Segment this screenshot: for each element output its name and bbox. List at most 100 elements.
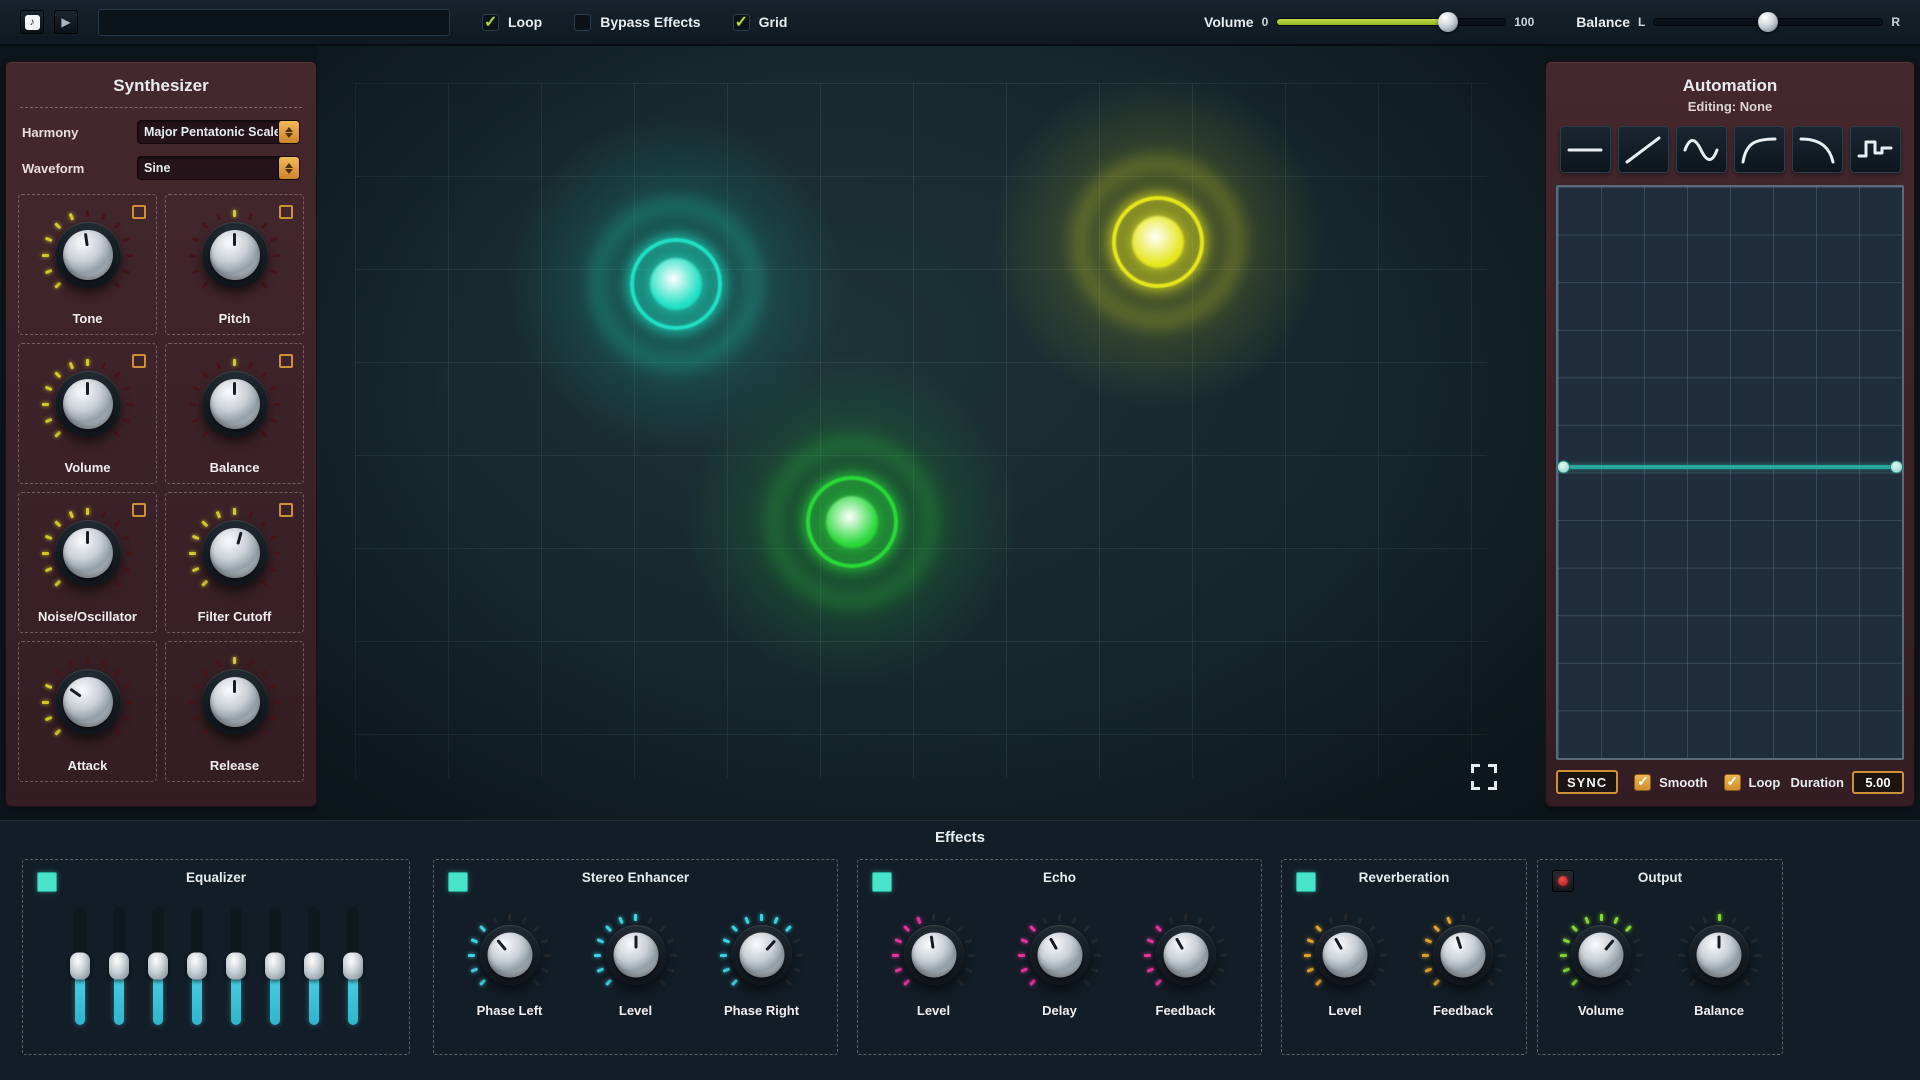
equalizer-sliders bbox=[23, 907, 409, 1025]
release-knob[interactable] bbox=[187, 654, 283, 750]
auto-loop-label: Loop bbox=[1749, 775, 1781, 790]
synth-knob-grid: Tone Pitch Volume Ba bbox=[16, 192, 306, 784]
stereo-enhancer-section: Stereo Enhancer Phase Left Level bbox=[433, 859, 838, 1055]
step-curve-icon bbox=[1856, 135, 1894, 165]
balance-cell: Balance bbox=[165, 343, 304, 484]
echo-level-knob[interactable] bbox=[890, 911, 978, 999]
reverb-feedback-knob[interactable] bbox=[1419, 911, 1507, 999]
waveform-label: Waveform bbox=[22, 161, 137, 176]
volume-slider-handle[interactable] bbox=[1438, 12, 1458, 32]
open-file-button[interactable]: ♪ bbox=[20, 10, 44, 34]
tone-knob[interactable] bbox=[40, 207, 136, 303]
master-balance-slider[interactable] bbox=[1653, 18, 1883, 26]
curve-flat-button[interactable] bbox=[1560, 126, 1611, 173]
music-file-icon: ♪ bbox=[25, 15, 40, 30]
automation-line[interactable] bbox=[1560, 465, 1900, 469]
smooth-label: Smooth bbox=[1659, 775, 1707, 790]
noise-oscillator-knob[interactable] bbox=[40, 505, 136, 601]
balance-slider-handle[interactable] bbox=[1758, 12, 1778, 32]
echo-feedback-label: Feedback bbox=[1156, 1003, 1216, 1018]
grid-checkbox[interactable] bbox=[733, 14, 750, 31]
eq-slider-handle[interactable] bbox=[343, 953, 363, 980]
eq-slider-handle[interactable] bbox=[226, 953, 246, 980]
smooth-checkbox[interactable] bbox=[1634, 774, 1651, 791]
eq-slider-handle[interactable] bbox=[109, 953, 129, 980]
play-button[interactable]: ▶ bbox=[54, 10, 78, 34]
echo-delay-knob[interactable] bbox=[1016, 911, 1104, 999]
record-led-icon bbox=[1558, 876, 1568, 886]
eq-band-slider[interactable] bbox=[347, 907, 359, 1025]
eq-band-slider[interactable] bbox=[113, 907, 125, 1025]
volume-knob[interactable] bbox=[40, 356, 136, 452]
phase-left-knob[interactable] bbox=[466, 911, 554, 999]
spinner-arrows-icon[interactable] bbox=[278, 121, 299, 143]
orb-core bbox=[1132, 216, 1184, 268]
reverberation-enable-checkbox[interactable] bbox=[1296, 872, 1316, 892]
automation-editing-status: Editing: None bbox=[1554, 99, 1906, 120]
eq-band-slider[interactable] bbox=[269, 907, 281, 1025]
eq-band-slider[interactable] bbox=[308, 907, 320, 1025]
eq-slider-handle[interactable] bbox=[265, 953, 285, 980]
eq-band-slider[interactable] bbox=[230, 907, 242, 1025]
reverb-feedback-label: Feedback bbox=[1433, 1003, 1493, 1018]
decay-curve-icon bbox=[1798, 135, 1836, 165]
output-volume-knob[interactable] bbox=[1557, 911, 1645, 999]
eq-band-slider[interactable] bbox=[191, 907, 203, 1025]
echo-enable-checkbox[interactable] bbox=[872, 872, 892, 892]
stereo-level-label: Level bbox=[619, 1003, 652, 1018]
bypass-effects-checkbox[interactable] bbox=[574, 14, 591, 31]
harmony-label: Harmony bbox=[22, 125, 137, 140]
automation-graph[interactable] bbox=[1556, 185, 1904, 760]
balance-label: Balance bbox=[1576, 14, 1630, 30]
attack-knob[interactable] bbox=[40, 654, 136, 750]
harmony-select[interactable]: Major Pentatonic Scale bbox=[137, 120, 300, 144]
output-section: Output Volume Balance bbox=[1537, 859, 1783, 1055]
curve-ramp-button[interactable] bbox=[1618, 126, 1669, 173]
attack-label: Attack bbox=[68, 758, 108, 773]
master-volume-slider[interactable] bbox=[1276, 18, 1506, 26]
loop-checkbox[interactable] bbox=[482, 14, 499, 31]
curve-ease-out-button[interactable] bbox=[1734, 126, 1785, 173]
echo-title: Echo bbox=[858, 870, 1261, 885]
eq-band-slider[interactable] bbox=[74, 907, 86, 1025]
eq-slider-handle[interactable] bbox=[148, 953, 168, 980]
auto-loop-checkbox[interactable] bbox=[1724, 774, 1741, 791]
volume-label: Volume bbox=[65, 460, 111, 475]
output-record-button[interactable] bbox=[1552, 870, 1574, 892]
phase-right-knob[interactable] bbox=[718, 911, 806, 999]
ease-out-curve-icon bbox=[1740, 135, 1778, 165]
eq-band-slider[interactable] bbox=[152, 907, 164, 1025]
curve-sine-button[interactable] bbox=[1676, 126, 1727, 173]
sine-curve-icon bbox=[1682, 135, 1720, 165]
tone-cell: Tone bbox=[18, 194, 157, 335]
stereo-level-knob[interactable] bbox=[592, 911, 680, 999]
equalizer-enable-checkbox[interactable] bbox=[37, 872, 57, 892]
sync-button[interactable]: SYNC bbox=[1556, 770, 1618, 794]
eq-slider-handle[interactable] bbox=[304, 953, 324, 980]
output-balance-label: Balance bbox=[1694, 1003, 1744, 1018]
eq-slider-handle[interactable] bbox=[70, 953, 90, 980]
output-balance-knob[interactable] bbox=[1675, 911, 1763, 999]
filter-cutoff-knob[interactable] bbox=[187, 505, 283, 601]
stereo-enhancer-enable-checkbox[interactable] bbox=[448, 872, 468, 892]
balance-left-label: L bbox=[1638, 15, 1645, 29]
reverb-level-label: Level bbox=[1328, 1003, 1361, 1018]
fullscreen-button[interactable] bbox=[1471, 764, 1497, 790]
eq-slider-handle[interactable] bbox=[187, 953, 207, 980]
waveform-select[interactable]: Sine bbox=[137, 156, 300, 180]
release-label: Release bbox=[210, 758, 259, 773]
filter-cutoff-cell: Filter Cutoff bbox=[165, 492, 304, 633]
reverb-level-knob[interactable] bbox=[1301, 911, 1389, 999]
echo-feedback-knob[interactable] bbox=[1142, 911, 1230, 999]
balance-knob[interactable] bbox=[187, 356, 283, 452]
name-input[interactable] bbox=[98, 9, 450, 36]
pitch-knob[interactable] bbox=[187, 207, 283, 303]
stage-canvas[interactable] bbox=[317, 46, 1545, 820]
balance-label: Balance bbox=[210, 460, 260, 475]
play-icon: ▶ bbox=[61, 15, 70, 29]
volume-cell: Volume bbox=[18, 343, 157, 484]
duration-input[interactable]: 5.00 bbox=[1852, 771, 1904, 794]
curve-step-button[interactable] bbox=[1850, 126, 1901, 173]
curve-decay-button[interactable] bbox=[1792, 126, 1843, 173]
spinner-arrows-icon[interactable] bbox=[278, 157, 299, 179]
